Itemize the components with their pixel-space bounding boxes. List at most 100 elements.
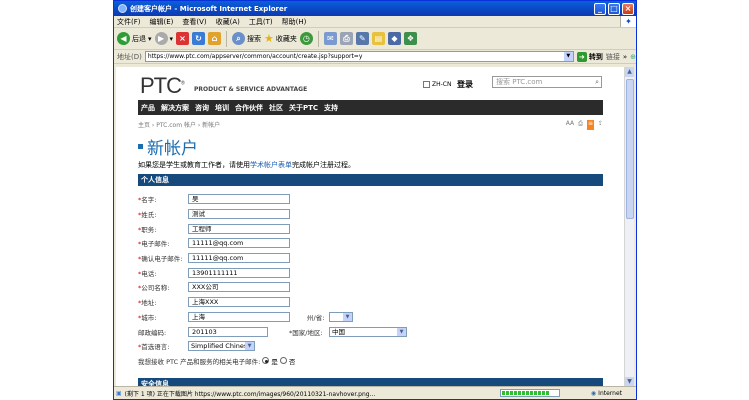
city-input[interactable]: 上海 [188, 311, 290, 322]
search-button[interactable]: ⌕ 搜索 [232, 32, 261, 45]
login-link[interactable]: 登录 [457, 79, 473, 90]
menu-view[interactable]: 查看(V) [182, 17, 206, 27]
title-bullet-icon [138, 143, 143, 149]
research-icon[interactable]: ❖ [403, 32, 417, 45]
chevron-down-icon[interactable]: ▼ [563, 52, 573, 61]
state-label: 州/省: [307, 313, 325, 322]
nav-about[interactable]: 关于PTC [289, 103, 318, 113]
form-row: *名字: 吴 [138, 192, 603, 207]
phone-input[interactable]: 13901111111 [188, 267, 290, 278]
email-consent-label: 我想接收 PTC 产品和服务的相关电子邮件: [138, 357, 261, 366]
academic-form-link[interactable]: 学术帐户表单 [250, 161, 292, 169]
links-button[interactable]: 链接 [606, 52, 620, 62]
email-input[interactable]: 11111@qq.com [188, 238, 290, 249]
addon-icon[interactable]: ⊕ [630, 53, 636, 61]
stop-icon[interactable]: × [176, 32, 190, 45]
forward-arrow-icon: ▶ [154, 32, 168, 45]
search-icon[interactable]: ⌕ [595, 77, 599, 88]
form-row: 邮政编码: 201103 *国家/地区: 中国 ▼ [138, 324, 603, 339]
company-input[interactable]: XXX公司 [188, 282, 290, 293]
close-button[interactable]: × [622, 2, 634, 15]
language-selector[interactable]: ZH-CN [423, 81, 451, 88]
go-arrow-icon: ➜ [576, 51, 587, 62]
menu-file[interactable]: 文件(F) [117, 17, 141, 27]
nav-consulting[interactable]: 咨询 [195, 103, 209, 113]
postal-code-input[interactable]: 201103 [188, 326, 268, 337]
edit-icon[interactable]: ✎ [355, 32, 369, 45]
scroll-thumb[interactable] [626, 79, 634, 219]
nav-products[interactable]: 产品 [141, 103, 155, 113]
site-header: PTC® PRODUCT & SERVICE ADVANTAGE ZH-CN 登… [138, 67, 603, 100]
form-row: *姓氏: 测试 [138, 207, 603, 222]
search-icon: ⌕ [232, 32, 246, 45]
go-button[interactable]: ➜ 转到 [576, 51, 603, 62]
back-button[interactable]: ◀ 后退 ▾ [117, 32, 152, 45]
chevron-down-icon: ▼ [397, 327, 406, 336]
print-icon[interactable]: ⎙ [578, 120, 583, 130]
menu-help[interactable]: 帮助(H) [282, 17, 307, 27]
nav-community[interactable]: 社区 [269, 103, 283, 113]
country-label: 国家/地区: [292, 328, 323, 337]
refresh-icon[interactable]: ↻ [192, 32, 206, 45]
windows-logo-icon: ✦ [620, 16, 636, 27]
ptc-logo[interactable]: PTC® [140, 73, 185, 99]
ie-icon [118, 4, 127, 13]
home-icon[interactable]: ⌂ [208, 32, 222, 45]
menu-edit[interactable]: 编辑(E) [150, 17, 174, 27]
job-title-input[interactable]: 工程师 [188, 223, 290, 234]
nav-partners[interactable]: 合作伙伴 [235, 103, 263, 113]
address-label: 地址(D) [117, 52, 142, 61]
vertical-scrollbar[interactable]: ▲ ▼ [624, 67, 634, 387]
minimize-button[interactable]: _ [594, 2, 606, 15]
form-row: 我想接收 PTC 产品和服务的相关电子邮件: 是 否 [138, 357, 296, 366]
email-confirm-input[interactable]: 11111@qq.com [188, 253, 290, 264]
site-search-input[interactable]: 搜索 PTC.com ⌕ [492, 76, 602, 88]
page-tools: AA ⎙ ≡ ⇪ [566, 120, 603, 130]
history-icon[interactable]: ◷ [299, 32, 313, 45]
folder-icon[interactable]: ▤ [371, 32, 385, 45]
form-row: *城市: 上海 州/省: ▼ [138, 310, 603, 325]
share-icon[interactable]: ⇪ [598, 120, 603, 130]
menu-favorites[interactable]: 收藏(A) [216, 17, 240, 27]
rss-icon[interactable]: ≡ [586, 120, 594, 130]
nav-support[interactable]: 支持 [324, 103, 338, 113]
first-name-input[interactable]: 吴 [188, 194, 290, 205]
consent-yes-radio[interactable] [262, 357, 270, 365]
page-title: 新帐户 [138, 135, 603, 159]
toolbar-separator [317, 30, 319, 47]
window-title: 创建客户帐户 - Microsoft Internet Explorer [130, 4, 288, 13]
section-header-personal: 个人信息 [138, 174, 603, 186]
last-name-input[interactable]: 测试 [188, 209, 290, 220]
address-input[interactable]: https://www.ptc.com/appserver/common/acc… [144, 51, 574, 62]
menu-bar: 文件(F) 编辑(E) 查看(V) 收藏(A) 工具(T) 帮助(H) ✦ [114, 16, 636, 28]
scroll-up-icon[interactable]: ▲ [625, 67, 634, 77]
country-select[interactable]: 中国 ▼ [329, 326, 407, 337]
breadcrumb-text[interactable]: 主页 › PTC.com 帐户 › 新帐户 [138, 120, 220, 130]
print-icon[interactable]: ⎙ [339, 32, 353, 45]
address-url: https://www.ptc.com/appserver/common/acc… [147, 53, 363, 60]
maximize-button[interactable]: □ [608, 2, 620, 15]
font-size-icon[interactable]: AA [566, 120, 574, 130]
progress-fill [501, 391, 549, 395]
star-icon: ★ [264, 32, 274, 45]
menu-tools[interactable]: 工具(T) [249, 17, 273, 27]
favorites-button[interactable]: ★ 收藏夹 [264, 32, 297, 45]
toolbar: ◀ 后退 ▾ ▶ ▾ × ↻ ⌂ ⌕ 搜索 ★ 收藏夹 ◷ ✉ ⎙ ✎ ▤ ◆ ❖ [114, 28, 636, 50]
toolbar-separator [226, 30, 228, 47]
main-nav: 产品 解决方案 咨询 培训 合作伙伴 社区 关于PTC 支持 [138, 100, 603, 115]
nav-solutions[interactable]: 解决方案 [161, 103, 189, 113]
form-row: *电话: 13901111111 [138, 265, 603, 280]
state-select[interactable]: ▼ [329, 311, 353, 322]
mail-icon[interactable]: ✉ [323, 32, 337, 45]
chevron-down-icon: ▼ [343, 312, 352, 321]
forward-button[interactable]: ▶ ▾ [154, 32, 173, 45]
consent-no-radio[interactable] [279, 357, 287, 365]
address-input[interactable]: 上海XXX [188, 297, 290, 308]
messenger-icon[interactable]: ◆ [387, 32, 401, 45]
checkbox-icon [423, 81, 430, 88]
form-row: *职务: 工程师 [138, 221, 603, 236]
links-chevron-icon[interactable]: » [623, 53, 627, 61]
language-select[interactable]: Simplified Chinese ▼ [188, 341, 255, 352]
page-content: PTC® PRODUCT & SERVICE ADVANTAGE ZH-CN 登… [116, 67, 626, 387]
nav-training[interactable]: 培训 [215, 103, 229, 113]
